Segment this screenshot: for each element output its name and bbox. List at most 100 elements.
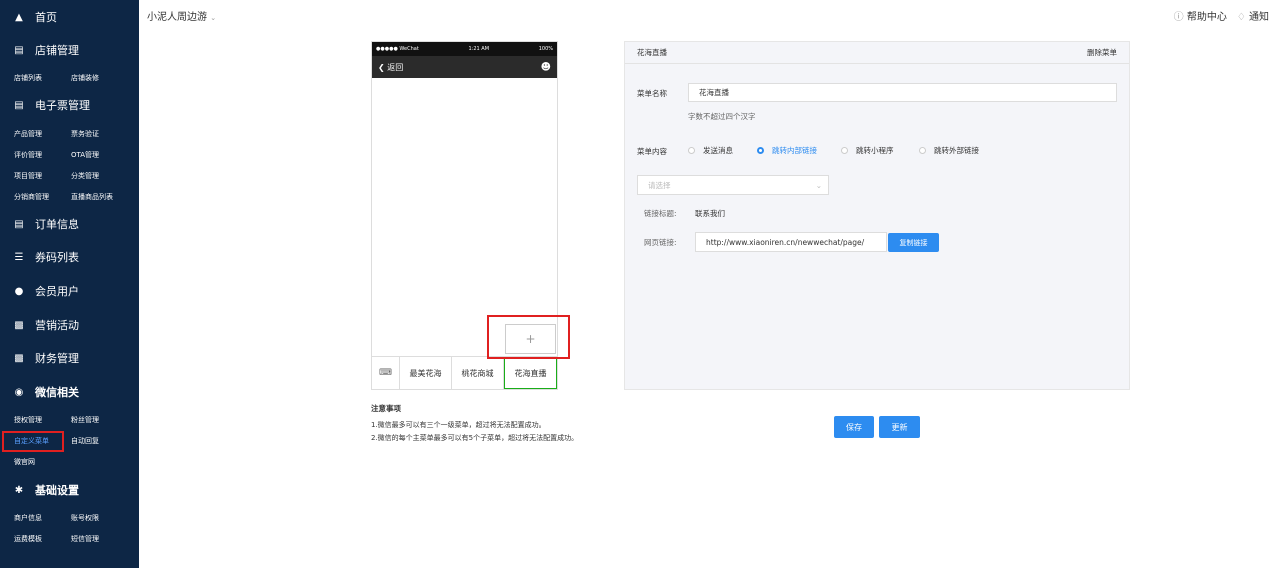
chevron-down-icon: ⌄ — [210, 14, 217, 22]
document-icon: ▤ — [14, 218, 24, 230]
sidebar-item-finance[interactable]: ▩ 财务管理 — [0, 348, 139, 368]
sidebar-item-label: 券码列表 — [35, 251, 79, 264]
sidebar-item-label: 财务管理 — [35, 352, 79, 365]
sidebar-item-auto-reply[interactable]: 自动回复 — [71, 436, 99, 446]
list-icon: ☰ — [14, 251, 24, 263]
user-icon: ☻ — [540, 61, 551, 73]
sidebar-item-category[interactable]: 分类管理 — [71, 171, 99, 181]
phone-status-bar: ●●●●● WeChat 1:21 AM 100% — [372, 42, 557, 56]
sidebar-item-coupons[interactable]: ☰ 券码列表 — [0, 247, 139, 267]
users-icon: ● — [14, 285, 24, 297]
status-time: 1:21 AM — [468, 46, 490, 52]
store-icon: ▤ — [14, 44, 24, 56]
menu-item-3[interactable]: 花海直播 — [504, 357, 557, 389]
store-name: 小泥人周边游 — [147, 12, 207, 23]
menu-item-1[interactable]: 最美花海 — [400, 357, 452, 389]
sidebar-item-review[interactable]: 评价管理 — [14, 150, 42, 160]
radio-send-message[interactable]: 发送消息 — [688, 145, 733, 156]
sidebar: ▲ 首页 ▤ 店铺管理 店铺列表 店铺装修 ▤ 电子票管理 产品管理 票务验证 … — [0, 0, 139, 568]
radio-dot — [688, 147, 695, 154]
sidebar-item-freight[interactable]: 运费模板 — [14, 534, 42, 544]
radio-dot — [841, 147, 848, 154]
radio-external-link[interactable]: 跳转外部链接 — [919, 145, 979, 156]
link-title-label: 链接标题: — [644, 209, 677, 218]
link-title-value: 联系我们 — [695, 209, 725, 218]
help-icon: ⓘ — [1173, 12, 1184, 23]
sidebar-item-auth[interactable]: 授权管理 — [14, 415, 42, 425]
chevron-left-icon: ❮ — [378, 62, 385, 72]
notify-link[interactable]: ♢ 通知 — [1237, 8, 1269, 23]
topbar-right: ⓘ 帮助中心 ♢ 通知 — [1174, 8, 1269, 23]
notify-label: 通知 — [1249, 12, 1269, 23]
sidebar-section-settings[interactable]: ✱ 基础设置 — [0, 480, 139, 500]
sidebar-section-eticket[interactable]: ▤ 电子票管理 — [0, 95, 139, 115]
bar-chart-icon: ▩ — [14, 319, 24, 331]
sidebar-item-store-decor[interactable]: 店铺装修 — [71, 73, 99, 83]
copy-link-button[interactable]: 复制链接 — [888, 233, 939, 252]
delete-menu-link[interactable]: 删除菜单 — [1087, 47, 1117, 58]
menu-settings-panel: 花海直播 删除菜单 菜单名称 花海直播 字数不超过四个汉字 菜单内容 发送消息 … — [624, 41, 1130, 390]
keyboard-icon[interactable]: ⌨ — [372, 357, 400, 389]
sidebar-item-label: 会员用户 — [35, 285, 79, 298]
help-link[interactable]: ⓘ 帮助中心 — [1174, 8, 1227, 23]
carrier-label: ●●●●● WeChat — [376, 46, 419, 52]
radio-dot — [757, 147, 764, 154]
update-button[interactable]: 更新 — [879, 416, 920, 438]
page-select[interactable]: 请选择 ⌄ — [637, 175, 829, 195]
sidebar-item-distributor[interactable]: 分销商管理 — [14, 192, 49, 202]
sidebar-item-merchant[interactable]: 商户信息 — [14, 513, 42, 523]
save-button[interactable]: 保存 — [834, 416, 874, 438]
sidebar-item-fans[interactable]: 粉丝管理 — [71, 415, 99, 425]
back-button[interactable]: ❮ 返回 — [378, 62, 403, 73]
sidebar-section-wechat[interactable]: ◉ 微信相关 — [0, 382, 139, 402]
radio-label: 跳转小程序 — [856, 146, 894, 155]
url-input[interactable]: http://www.xiaoniren.cn/newwechat/page/ — [695, 232, 887, 252]
sidebar-section-store[interactable]: ▤ 店铺管理 — [0, 40, 139, 60]
sidebar-section-label: 电子票管理 — [35, 99, 90, 112]
sidebar-item-store-list[interactable]: 店铺列表 — [14, 73, 42, 83]
sidebar-item-micro-site[interactable]: 微官网 — [14, 457, 35, 467]
sidebar-item-home[interactable]: ▲ 首页 — [0, 7, 139, 27]
radio-internal-link[interactable]: 跳转内部链接 — [757, 145, 817, 156]
radio-label: 跳转内部链接 — [772, 146, 817, 155]
highlight-box — [487, 315, 570, 359]
radio-label: 跳转外部链接 — [934, 146, 979, 155]
sidebar-item-orders[interactable]: ▤ 订单信息 — [0, 214, 139, 234]
store-switcher[interactable]: 小泥人周边游 ⌄ — [147, 8, 216, 23]
note-line: 2.微信的每个主菜单最多可以有5个子菜单，超过将无法配置成功。 — [371, 434, 579, 442]
radio-dot — [919, 147, 926, 154]
radio-mini-program[interactable]: 跳转小程序 — [841, 145, 894, 156]
radio-label: 发送消息 — [703, 146, 733, 155]
wechat-icon: ◉ — [14, 386, 24, 398]
gear-icon: ✱ — [14, 484, 24, 496]
bell-icon: ♢ — [1236, 12, 1246, 23]
note-line: 1.微信最多可以有三个一级菜单，超过将无法配置成功。 — [371, 421, 546, 429]
menu-item-2[interactable]: 桃花商城 — [452, 357, 504, 389]
sidebar-item-sms[interactable]: 短信管理 — [71, 534, 99, 544]
sidebar-section-label: 基础设置 — [35, 484, 79, 497]
select-placeholder: 请选择 — [648, 180, 671, 190]
sidebar-section-label: 微信相关 — [35, 386, 79, 399]
panel-title: 花海直播 — [637, 48, 667, 57]
menu-name-input[interactable]: 花海直播 — [688, 83, 1117, 102]
url-label: 网页链接: — [644, 238, 677, 247]
sidebar-item-ticket-verify[interactable]: 票务验证 — [71, 129, 99, 139]
sidebar-item-ota[interactable]: OTA管理 — [71, 150, 99, 160]
name-hint: 字数不超过四个汉字 — [688, 112, 756, 121]
chevron-down-icon: ⌄ — [815, 180, 822, 190]
sidebar-item-product[interactable]: 产品管理 — [14, 129, 42, 139]
bar-chart-icon: ▩ — [14, 352, 24, 364]
battery-label: 100% — [538, 46, 553, 52]
sidebar-item-marketing[interactable]: ▩ 营销活动 — [0, 315, 139, 335]
sidebar-item-members[interactable]: ● 会员用户 — [0, 281, 139, 301]
sidebar-item-live-products[interactable]: 直播商品列表 — [71, 192, 113, 202]
sidebar-section-label: 店铺管理 — [35, 44, 79, 57]
help-label: 帮助中心 — [1186, 12, 1227, 23]
phone-nav-bar: ❮ 返回 ☻ — [372, 56, 557, 78]
panel-header: 花海直播 删除菜单 — [625, 42, 1129, 64]
sidebar-item-project[interactable]: 项目管理 — [14, 171, 42, 181]
sidebar-item-label: 营销活动 — [35, 319, 79, 332]
content-label: 菜单内容 — [637, 147, 667, 156]
name-label: 菜单名称 — [637, 89, 667, 98]
sidebar-item-account-perm[interactable]: 账号权限 — [71, 513, 99, 523]
